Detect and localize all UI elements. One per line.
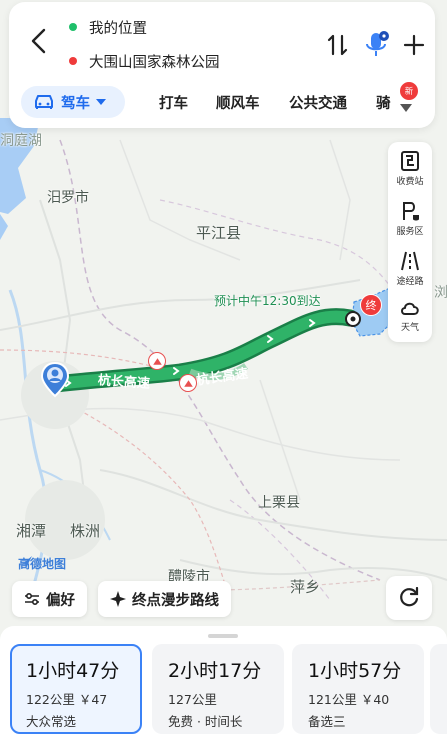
tab-ride-share[interactable]: 顺风车	[216, 92, 260, 113]
route-option-card-partial[interactable]	[430, 644, 447, 734]
walk-route-button[interactable]: 终点漫步路线	[98, 581, 231, 617]
origin-field[interactable]: 我的位置	[69, 16, 147, 38]
walk-route-label: 终点漫步路线	[132, 592, 219, 609]
chevron-down-icon	[400, 104, 412, 112]
tab-public-transit[interactable]: 公共交通	[289, 92, 347, 113]
camera-marker-icon[interactable]	[148, 352, 166, 370]
drag-handle[interactable]	[208, 634, 238, 638]
destination-field[interactable]: 大围山国家森林公园	[69, 50, 220, 72]
add-waypoint-button[interactable]	[402, 33, 426, 57]
settings-sliders-icon	[25, 592, 39, 606]
via-road-button[interactable]: 途经路	[388, 246, 432, 294]
city-label: 萍乡	[290, 578, 321, 596]
amap-logo: 高德地图	[18, 556, 67, 571]
destination-text: 大围山国家森林公园	[89, 54, 220, 71]
toll-station-icon	[401, 151, 419, 171]
city-label: 汨罗市	[47, 190, 89, 206]
destination-marker[interactable]: 终	[360, 294, 382, 316]
service-area-button[interactable]: 服务区	[388, 196, 432, 244]
origin-dot-icon	[69, 23, 77, 31]
city-label: 湘潭	[16, 522, 47, 540]
tab-drive-label: 驾车	[61, 95, 90, 112]
tab-drive[interactable]: 驾车	[21, 86, 125, 118]
road-name: 杭长高速	[97, 373, 151, 392]
route-option-card[interactable]: 2小时17分 127公里 免费 · 时间长	[152, 644, 284, 734]
toll-station-button[interactable]: 收费站	[388, 146, 432, 194]
via-road-icon	[401, 251, 419, 271]
city-label: 株洲	[70, 522, 101, 540]
camera-marker-icon[interactable]	[179, 374, 197, 392]
weather-icon	[401, 302, 419, 315]
plus-icon	[403, 34, 425, 56]
route-options-sheet: 1小时47分 122公里 ￥47 大众常选 2小时17分 127公里 免费 · …	[0, 626, 447, 744]
preference-label: 偏好	[46, 592, 75, 609]
refresh-button[interactable]	[386, 576, 432, 620]
destination-dot-icon	[69, 57, 77, 65]
map-tools-panel: 收费站 服务区 途经路 天气	[388, 142, 432, 342]
city-label: 浏	[434, 285, 447, 301]
back-arrow-icon	[31, 28, 46, 54]
tab-taxi[interactable]: 打车	[159, 92, 188, 113]
voice-button[interactable]	[363, 30, 391, 60]
city-label-lake: 洞庭湖	[0, 133, 42, 149]
origin-text: 我的位置	[89, 20, 147, 37]
travel-mode-tabs: 驾车 打车 顺风车 公共交通 骑	[21, 84, 429, 120]
more-modes-button[interactable]	[400, 97, 412, 112]
chevron-down-icon	[96, 99, 106, 105]
city-label: 平江县	[196, 224, 242, 242]
microphone-icon	[366, 31, 389, 56]
refresh-icon	[400, 587, 419, 607]
swap-button[interactable]	[325, 32, 351, 58]
eta-label: 预计中午12:30到达	[214, 294, 321, 308]
city-label: 上栗县	[258, 495, 300, 511]
preference-button[interactable]: 偏好	[12, 581, 87, 617]
route-option-card[interactable]: 1小时47分 122公里 ￥47 大众常选	[10, 644, 142, 734]
swap-icon	[327, 34, 348, 56]
tab-cycling[interactable]: 骑	[376, 92, 391, 113]
back-button[interactable]	[27, 26, 51, 56]
route-search-card: 我的位置 大围山国家森林公园 驾车 打车 顺风车 公共交通 骑	[9, 2, 435, 128]
my-location-marker-icon[interactable]	[40, 362, 70, 398]
service-area-icon	[403, 202, 419, 221]
route-option-card[interactable]: 1小时57分 121公里 ￥40 备选三	[292, 644, 424, 734]
car-icon	[35, 95, 53, 109]
weather-button[interactable]: 天气	[388, 294, 432, 342]
sparkle-icon	[110, 591, 126, 607]
